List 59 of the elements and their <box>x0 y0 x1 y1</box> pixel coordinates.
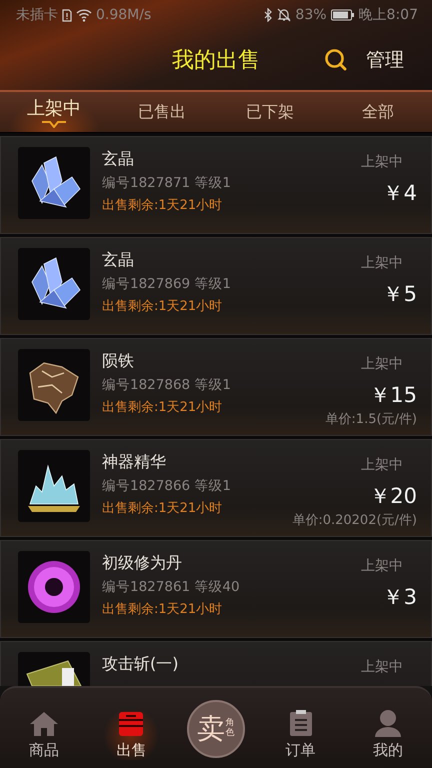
person-icon <box>374 709 402 737</box>
listing-status: 上架中 <box>360 658 404 677</box>
page-title: 我的出售 <box>172 47 260 75</box>
time-remaining: 出售剩余:1天21小时 <box>102 601 224 618</box>
listing-card[interactable]: 攻击斩(一) 上架中 <box>0 641 432 686</box>
time-remaining: 出售剩余:1天21小时 <box>102 399 224 416</box>
bluetooth-icon <box>264 8 274 22</box>
nav-tab[interactable]: 订单 <box>268 709 333 760</box>
item-details: 编号1827866 等级1 <box>102 477 232 495</box>
item-name: 玄晶 <box>102 149 135 170</box>
wifi-icon <box>76 8 92 22</box>
listing-card[interactable]: 玄晶 编号1827869 等级1 出售剩余:1天21小时 上架中 ￥5 <box>0 237 432 335</box>
tab[interactable]: 已售出 <box>108 92 216 132</box>
unit-price: 单价:1.5(元/件) <box>325 411 417 428</box>
clock-time: 晚上8:07 <box>358 6 418 24</box>
search-icon[interactable] <box>324 48 348 72</box>
unit-price: 单价:0.20202(元/件) <box>292 512 417 529</box>
sim-card-icon <box>62 8 72 22</box>
item-price: ￥3 <box>382 584 417 611</box>
listing-status: 上架中 <box>360 254 404 273</box>
clipboard-icon <box>288 709 313 737</box>
listing-status: 上架中 <box>360 456 404 475</box>
battery-icon <box>330 9 355 21</box>
time-remaining: 出售剩余:1天21小时 <box>102 298 224 315</box>
battery-percent: 83% <box>295 7 327 23</box>
item-price: ￥4 <box>382 180 417 207</box>
listing-card[interactable]: 玄晶 编号1827871 等级1 出售剩余:1天21小时 上架中 ￥4 <box>0 136 432 234</box>
listing-status: 上架中 <box>360 557 404 576</box>
item-details: 编号1827871 等级1 <box>102 174 232 192</box>
bell-muted-icon <box>277 8 292 22</box>
item-name: 玄晶 <box>102 250 135 271</box>
chevron-icon <box>42 121 66 128</box>
item-details: 编号1827868 等级1 <box>102 376 232 394</box>
listing-status: 上架中 <box>360 153 404 172</box>
item-price: ￥15 <box>369 382 417 409</box>
item-name: 攻击斩(一) <box>102 654 180 675</box>
item-details: 编号1827869 等级1 <box>102 275 232 293</box>
item-name: 神器精华 <box>102 452 167 473</box>
tab[interactable]: 全部 <box>324 92 432 132</box>
manage-button[interactable]: 管理 <box>366 47 404 73</box>
nav-tab[interactable]: 我的 <box>356 709 420 760</box>
item-details: 编号1827861 等级40 <box>102 578 241 596</box>
listing-status: 上架中 <box>360 355 404 374</box>
listing-card[interactable]: 陨铁 编号1827868 等级1 出售剩余:1天21小时 上架中 ￥15 单价:1.5(元/件) <box>0 338 432 436</box>
nav-tab[interactable]: 商品 <box>12 711 76 760</box>
time-remaining: 出售剩余:1天21小时 <box>102 197 224 214</box>
book-icon <box>26 660 82 686</box>
item-price: ￥20 <box>369 483 417 510</box>
tab[interactable]: 已下架 <box>216 92 324 132</box>
item-name: 陨铁 <box>102 351 135 372</box>
listing-card[interactable]: 初级修为丹 编号1827861 等级40 出售剩余:1天21小时 上架中 ￥3 <box>0 540 432 638</box>
item-price: ￥5 <box>382 281 417 308</box>
carrier-text: 未插卡 <box>16 6 58 24</box>
item-name: 初级修为丹 <box>102 553 183 574</box>
listing-card[interactable]: 神器精华 编号1827866 等级1 出售剩余:1天21小时 上架中 ￥20 单价:0.20202(元/件) <box>0 439 432 537</box>
shop-stall-icon <box>118 711 144 737</box>
home-icon <box>28 711 59 737</box>
network-speed: 0.98M/s <box>96 7 152 23</box>
time-remaining: 出售剩余:1天21小时 <box>102 500 224 517</box>
